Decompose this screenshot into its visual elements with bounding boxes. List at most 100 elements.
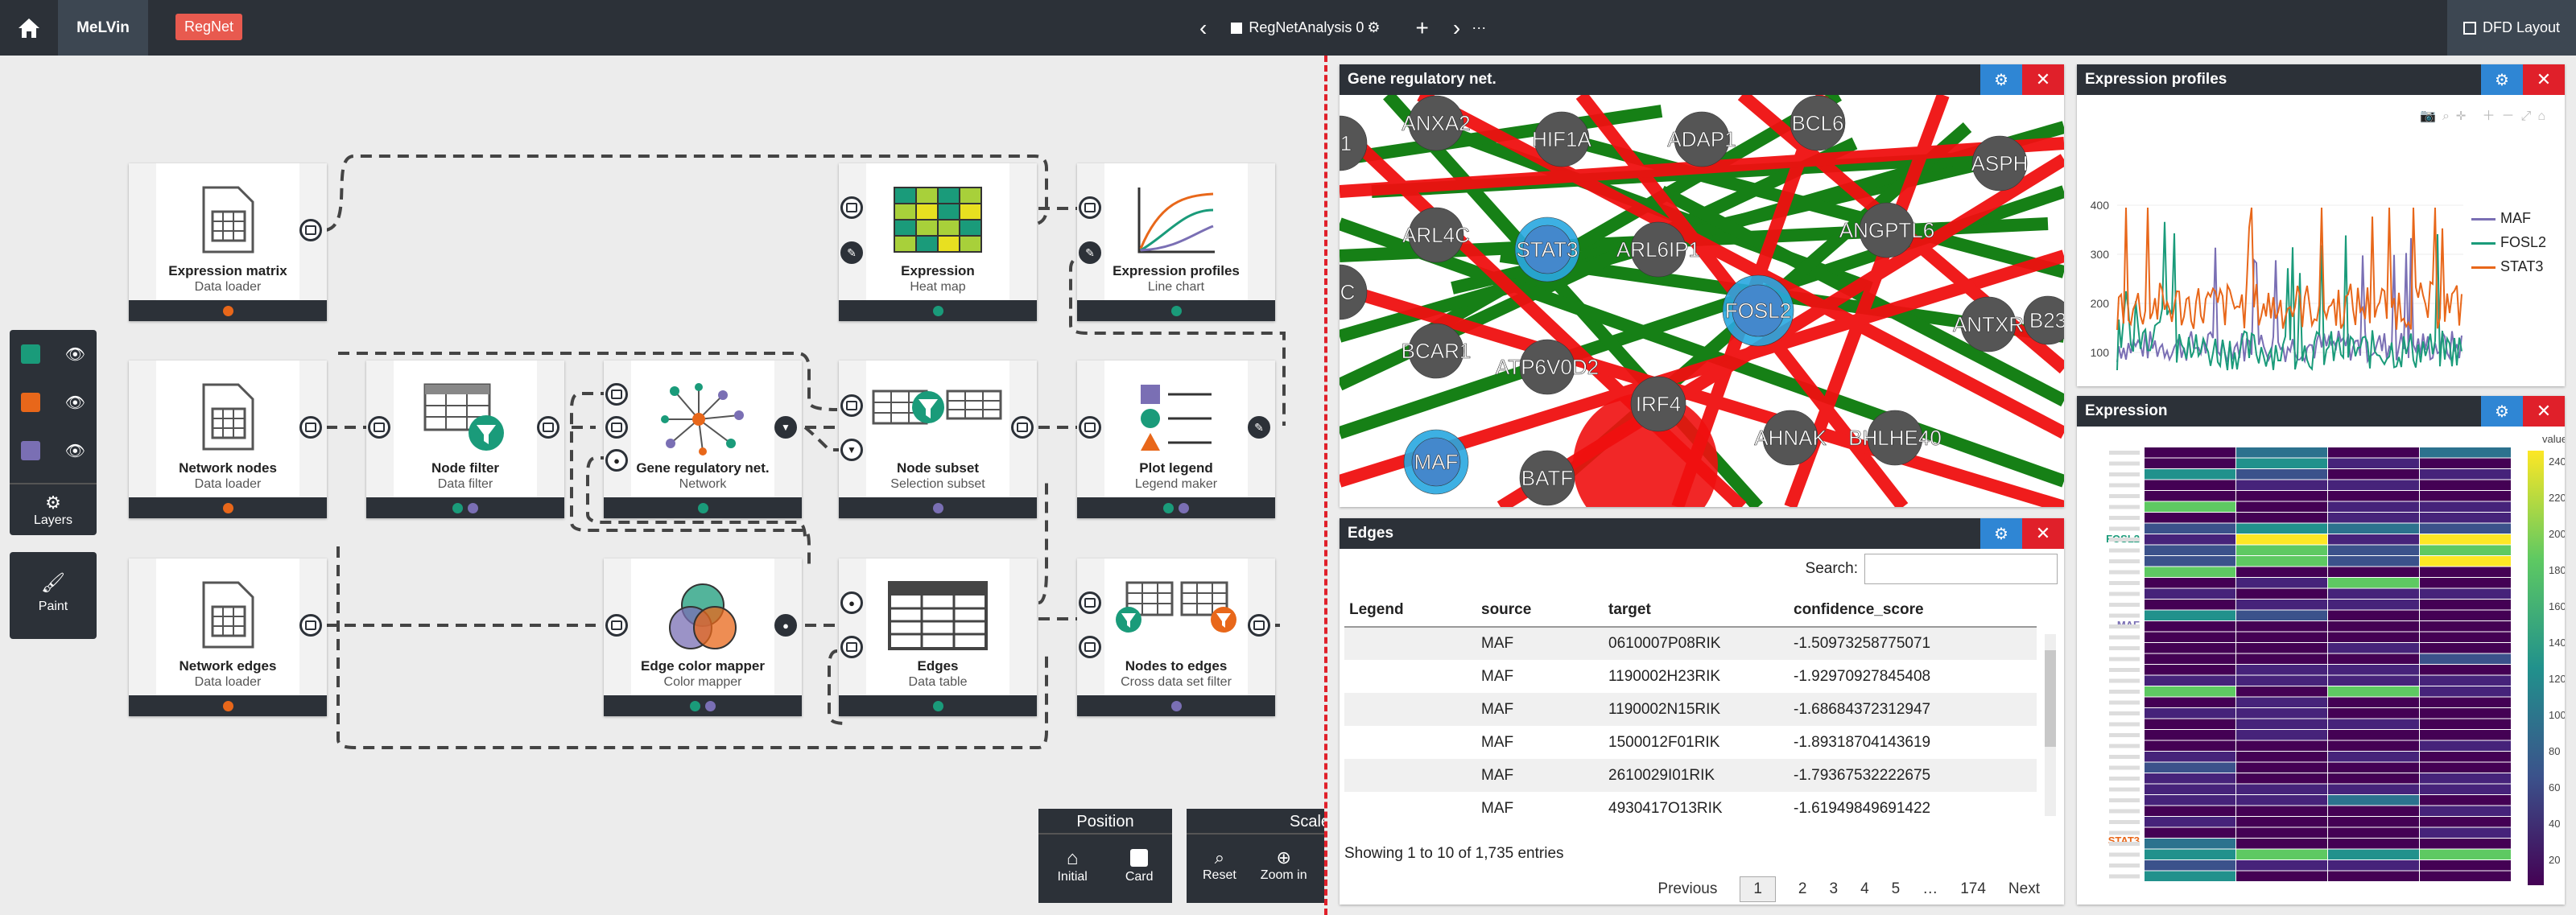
input-port-filter[interactable]: ▼	[840, 439, 863, 461]
node-expression[interactable]: Expression Heat map	[839, 163, 1037, 321]
heatmap-cell[interactable]	[2420, 784, 2511, 795]
table-row[interactable]: MAF 1500012F01RIK -1.89318704143619	[1344, 726, 2037, 759]
heatmap-cell[interactable]	[2236, 773, 2327, 784]
heatmap-cell[interactable]	[2236, 708, 2327, 719]
heatmap-cell[interactable]	[2236, 730, 2327, 740]
table-row[interactable]: MAF 2610029I01RIK -1.79367532222675	[1344, 759, 2037, 792]
heatmap-cell[interactable]	[2145, 740, 2235, 752]
heatmap-cell[interactable]	[2420, 469, 2511, 480]
input-port[interactable]	[840, 196, 863, 219]
search-input[interactable]	[1864, 554, 2058, 584]
heatmap-cell[interactable]	[2328, 480, 2419, 491]
table-row[interactable]: MAF 0610007P08RIK -1.50973258775071	[1344, 627, 2037, 660]
input-port-brush[interactable]: ✎	[1079, 241, 1101, 264]
heatmap-cell[interactable]	[2328, 600, 2419, 610]
node-expression-matrix[interactable]: Expression matrix Data loader	[129, 163, 327, 321]
heatmap-cell[interactable]	[2145, 686, 2235, 697]
heatmap-cell[interactable]	[2420, 545, 2511, 556]
pager-page-4[interactable]: 4	[1860, 880, 1869, 898]
card-button[interactable]: Card	[1125, 847, 1154, 884]
heatmap-cell[interactable]	[2420, 871, 2511, 882]
heatmap-cell[interactable]	[2236, 578, 2327, 588]
heatmap-cell[interactable]	[2420, 697, 2511, 708]
heatmap-cell[interactable]	[2420, 827, 2511, 839]
pager-page-5[interactable]: 5	[1892, 880, 1901, 898]
heatmap[interactable]: FOSL2 MAF STAT3 value 240220200180160140…	[2077, 427, 2565, 905]
heatmap-cell[interactable]	[2236, 610, 2327, 621]
heatmap-cell[interactable]	[2236, 513, 2327, 523]
heatmap-cell[interactable]	[2236, 480, 2327, 491]
heatmap-cell[interactable]	[2236, 567, 2327, 578]
heatmap-cell[interactable]	[2420, 610, 2511, 621]
heatmap-cell[interactable]	[2236, 752, 2327, 762]
layer-swatch[interactable]	[21, 344, 40, 364]
heatmap-cell[interactable]	[2328, 653, 2419, 665]
heatmap-cell[interactable]	[2145, 567, 2235, 578]
heatmap-cell[interactable]	[2328, 773, 2419, 784]
input-port[interactable]	[605, 383, 628, 406]
node-edges[interactable]: Edges Data table	[839, 558, 1037, 716]
node-node-filter[interactable]: Node filter Data filter	[366, 361, 564, 518]
heatmap-cell[interactable]	[2420, 600, 2511, 610]
heatmap-cell[interactable]	[2420, 447, 2511, 458]
heatmap-cell[interactable]	[2420, 686, 2511, 697]
node-network-edges[interactable]: Network edges Data loader	[129, 558, 327, 716]
table-row[interactable]: MAF 4930417O13RIK -1.61949849691422	[1344, 792, 2037, 817]
pager-page-2[interactable]: 2	[1798, 880, 1807, 898]
heatmap-cell[interactable]	[2420, 773, 2511, 784]
heatmap-cell[interactable]	[2236, 545, 2327, 556]
heatmap-cell[interactable]	[2420, 730, 2511, 740]
heatmap-cell[interactable]	[2420, 795, 2511, 806]
heatmap-cell[interactable]	[2236, 762, 2327, 773]
heatmap-cell[interactable]	[2420, 817, 2511, 827]
heatmap-cell[interactable]	[2236, 849, 2327, 860]
heatmap-cell[interactable]	[2328, 708, 2419, 719]
app-name[interactable]: MeLVin	[58, 0, 148, 56]
heatmap-cell[interactable]	[2420, 860, 2511, 871]
heatmap-cell[interactable]	[2420, 839, 2511, 849]
zoom-in-button[interactable]: ⊕ Zoom in	[1261, 847, 1307, 883]
panel-settings-button[interactable]: ⚙	[1980, 518, 2022, 549]
heatmap-cell[interactable]	[2145, 545, 2235, 556]
heatmap-cell[interactable]	[2328, 567, 2419, 578]
heatmap-cell[interactable]	[2328, 860, 2419, 871]
heatmap-cell[interactable]	[2420, 588, 2511, 600]
node-node-subset[interactable]: Node subset Selection subset	[839, 361, 1037, 518]
paint-button[interactable]: 🖌 Paint	[10, 552, 97, 639]
heatmap-cell[interactable]	[2420, 708, 2511, 719]
heatmap-cell[interactable]	[2145, 480, 2235, 491]
heatmap-cell[interactable]	[2236, 719, 2327, 730]
heatmap-cell[interactable]	[2420, 752, 2511, 762]
layer-row[interactable]: 👁	[21, 391, 85, 414]
table-row[interactable]: MAF 1190002H23RIK -1.92970927845408	[1344, 660, 2037, 693]
input-port-color[interactable]: ●	[605, 449, 628, 472]
heatmap-cell[interactable]	[2328, 523, 2419, 534]
column-header-target[interactable]: target	[1604, 594, 1789, 628]
layers-button[interactable]: ⚙ Layers	[10, 483, 97, 535]
heatmap-cell[interactable]	[2328, 752, 2419, 762]
heatmap-cell[interactable]	[2145, 839, 2235, 849]
heatmap-cell[interactable]	[2145, 708, 2235, 719]
input-port[interactable]	[1079, 416, 1101, 439]
heatmap-cell[interactable]	[2328, 513, 2419, 523]
heatmap-cell[interactable]	[2145, 773, 2235, 784]
input-port[interactable]	[840, 394, 863, 417]
heatmap-cell[interactable]	[2236, 675, 2327, 686]
heatmap-cell[interactable]	[2328, 784, 2419, 795]
output-port-brush[interactable]: ✎	[1248, 416, 1270, 439]
heatmap-cell[interactable]	[2145, 719, 2235, 730]
output-port[interactable]	[537, 416, 559, 439]
input-port[interactable]	[605, 416, 628, 439]
input-port[interactable]	[368, 416, 390, 439]
legend-item-fosl2[interactable]: FOSL2	[2471, 230, 2546, 254]
split-divider[interactable]	[1324, 56, 1327, 915]
heatmap-cell[interactable]	[2420, 534, 2511, 545]
heatmap-cell[interactable]	[2328, 839, 2419, 849]
heatmap-cell[interactable]	[2236, 839, 2327, 849]
eye-icon[interactable]: 👁	[65, 344, 85, 365]
home-button[interactable]	[0, 0, 58, 56]
output-port-color[interactable]: ●	[774, 614, 797, 637]
heatmap-cell[interactable]	[2328, 849, 2419, 860]
table-scrollbar[interactable]	[2045, 634, 2056, 816]
heatmap-cell[interactable]	[2145, 469, 2235, 480]
